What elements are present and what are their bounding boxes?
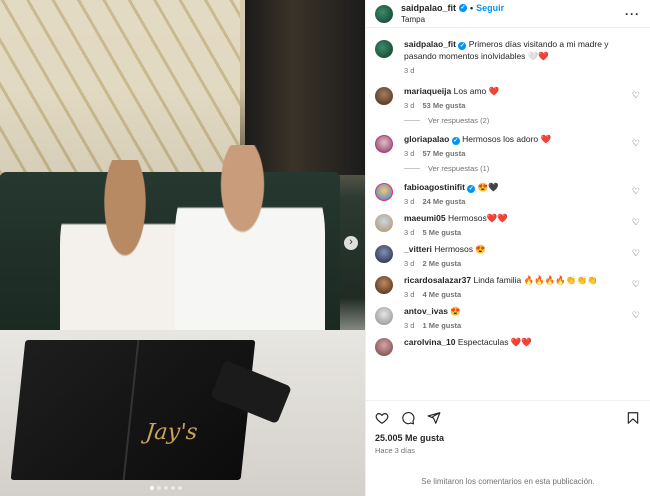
photo-background-wall [0,0,240,175]
comment-time: 3 d [404,101,415,110]
comment-text: Hermosos 😍 [434,244,486,254]
post-actions: 25.005 Me gusta Hace 3 días [366,400,650,455]
comment-time: 3 d [404,290,415,299]
comment-text: Hermosos los adoro ❤️ [462,134,552,144]
comment-item: _vitteri Hermosos 😍 3 d 2 Me gusta ♡ [375,243,642,268]
comment-username[interactable]: antov_ivas [404,306,448,316]
post-caption: saidpalao_fit ✓ Primeros días visitando … [375,38,642,75]
verified-icon: ✓ [451,137,460,145]
comment-username[interactable]: fabioagostinifit [404,182,465,192]
comment-username[interactable]: gloriapalao [404,134,449,144]
comment-likes[interactable]: 5 Me gusta [422,228,461,237]
comment-item: ricardosalazar37 Linda familia 🔥🔥🔥🔥👏👏👏 3… [375,274,642,299]
caption-time: 3 d [404,66,415,75]
comment-text: 😍🖤 [477,182,499,192]
comment-text: Espectaculas ❤️❤️ [457,337,532,347]
comments-list[interactable]: saidpalao_fit ✓ Primeros días visitando … [366,30,650,400]
comment-item: antov_ivas 😍 3 d 1 Me gusta ♡ [375,305,642,330]
comment-avatar[interactable] [375,245,393,263]
comment-avatar[interactable] [375,276,393,294]
comment-likes[interactable]: 24 Me gusta [422,197,465,206]
heart-icon[interactable] [375,411,389,425]
posted-ago: Hace 3 días [375,446,416,455]
comment-avatar[interactable] [375,338,393,356]
share-icon[interactable] [427,411,441,425]
heart-icon[interactable]: ♡ [632,310,640,321]
menu-brand-text: Jay's [144,420,199,445]
verified-icon: ✓ [459,4,468,12]
comment-text: 😍 [450,306,461,316]
post-location[interactable]: Tampa [401,15,625,24]
comment-item: gloriapalao ✓ Hermosos los adoro ❤️ 3 d 5… [375,133,642,158]
follow-button[interactable]: Seguir [476,3,504,13]
comment-text: Hermosos❤️❤️ [447,213,508,223]
author-username[interactable]: saidpalao_fit [401,3,456,13]
comment-likes[interactable]: 57 Me gusta [422,149,465,158]
comment-avatar[interactable] [375,307,393,325]
post-side-panel: saidpalao_fit ✓ • Seguir Tampa ··· saidp… [365,0,650,496]
bookmark-icon[interactable] [626,411,640,425]
caption-username[interactable]: saidpalao_fit [404,39,456,49]
comment-time: 3 d [404,228,415,237]
comments-limited-notice: Se limitaron los comentarios en esta pub… [421,477,595,486]
heart-icon[interactable]: ♡ [632,138,640,149]
comment-item: carolvina_10 Espectaculas ❤️❤️ [375,336,642,356]
comment-text: Linda familia 🔥🔥🔥🔥👏👏👏 [473,275,598,285]
comment-username[interactable]: carolvina_10 [404,337,456,347]
comment-icon[interactable] [401,411,415,425]
heart-icon[interactable]: ♡ [632,217,640,228]
comment-avatar[interactable] [375,183,393,201]
comment-likes[interactable]: 1 Me gusta [422,321,461,330]
post-header: saidpalao_fit ✓ • Seguir Tampa ··· [366,0,650,28]
author-avatar[interactable] [375,4,393,23]
carousel-dots [150,486,182,490]
photo-menu: Jay's [10,340,256,480]
comment-likes[interactable]: 2 Me gusta [422,259,461,268]
comment-avatar[interactable] [375,87,393,105]
heart-icon[interactable]: ♡ [632,279,640,290]
comment-time: 3 d [404,259,415,268]
view-replies-button[interactable]: Ver respuestas (2) [404,116,642,125]
comment-avatar[interactable] [375,214,393,232]
heart-icon[interactable]: ♡ [632,186,640,197]
comment-text: Los amo ❤️ [453,86,500,96]
post-photo[interactable]: Jay's › [0,0,365,496]
comment-username[interactable]: mariaqueija [404,86,451,96]
likes-count[interactable]: 25.005 Me gusta [375,433,640,443]
comment-item: fabioagostinifit ✓ 😍🖤 3 d 24 Me gusta ♡ [375,181,642,206]
comment-avatar[interactable] [375,135,393,153]
comment-time: 3 d [404,149,415,158]
comment-likes[interactable]: 53 Me gusta [422,101,465,110]
comment-username[interactable]: ricardosalazar37 [404,275,471,285]
comment-item: maeumi05 Hermosos❤️❤️ 3 d 5 Me gusta ♡ [375,212,642,237]
more-options-icon[interactable]: ··· [625,7,640,21]
heart-icon[interactable]: ♡ [632,90,640,101]
comment-username[interactable]: _vitteri [404,244,432,254]
comment-item: mariaqueija Los amo ❤️ 3 d 53 Me gusta ♡ [375,85,642,110]
next-image-button[interactable]: › [344,236,358,250]
comment-username[interactable]: maeumi05 [404,213,446,223]
caption-avatar[interactable] [375,40,393,58]
view-replies-button[interactable]: Ver respuestas (1) [404,164,642,173]
verified-icon: ✓ [458,42,467,50]
verified-icon: ✓ [467,185,476,193]
comment-likes[interactable]: 4 Me gusta [422,290,461,299]
heart-icon[interactable]: ♡ [632,248,640,259]
comment-time: 3 d [404,321,415,330]
comment-time: 3 d [404,197,415,206]
